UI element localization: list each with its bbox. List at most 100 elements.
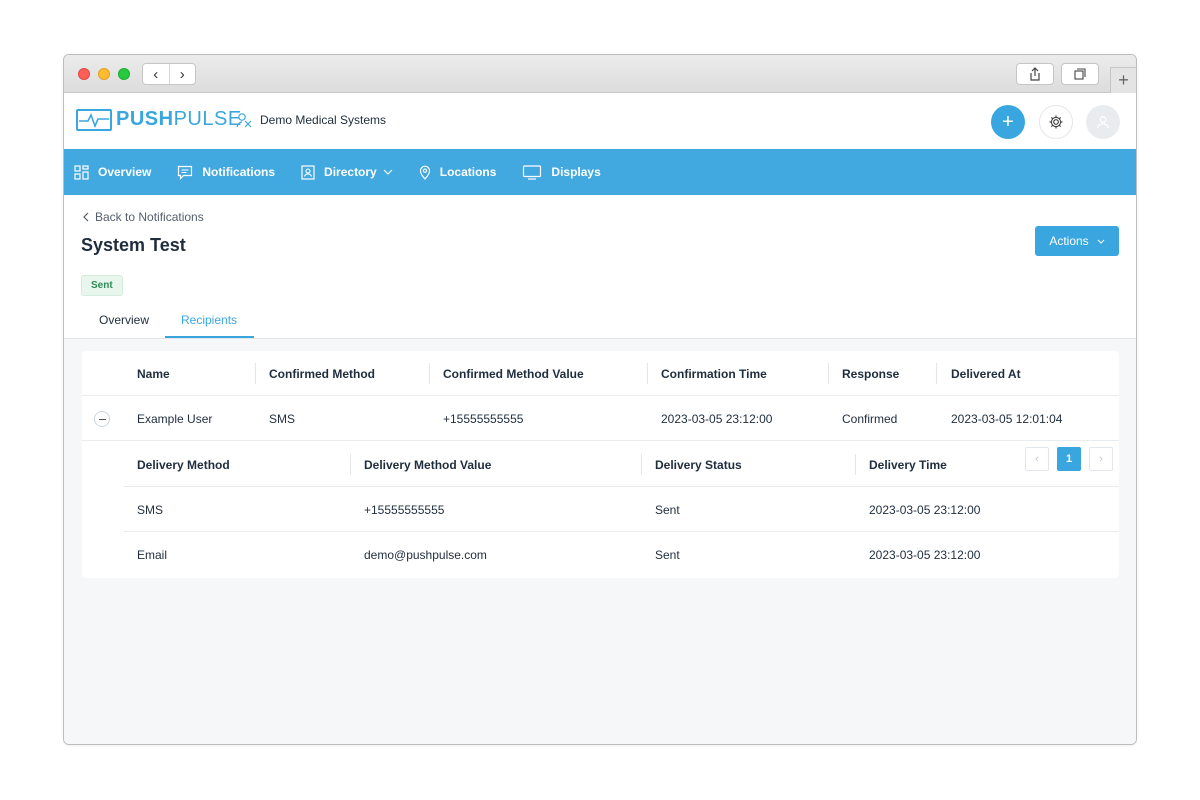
- actions-label: Actions: [1049, 234, 1089, 248]
- main-navigation: Overview Notifications Directory Locatio…: [64, 149, 1136, 195]
- pagination-next-button[interactable]: ›: [1089, 447, 1113, 471]
- delivery-method-value: demo@pushpulse.com: [364, 548, 487, 562]
- share-button[interactable]: [1016, 63, 1054, 85]
- nav-directory-label: Directory: [324, 165, 377, 179]
- browser-back-button[interactable]: ‹: [143, 64, 169, 84]
- recipient-confirmed-method: SMS: [269, 412, 296, 426]
- tabs-icon: [1074, 68, 1086, 80]
- column-header-delivered-at[interactable]: Delivered At: [951, 367, 1021, 381]
- delivery-row: SMS +15555555555 Sent 2023-03-05 23:12:0…: [124, 487, 1119, 532]
- nav-locations[interactable]: Locations: [419, 165, 497, 180]
- minimize-window-button[interactable]: [98, 68, 110, 80]
- page-title: System Test: [81, 235, 186, 255]
- delivery-row: Email demo@pushpulse.com Sent 2023-03-05…: [124, 532, 1119, 577]
- recipient-delivered-at: 2023-03-05 12:01:04: [951, 412, 1063, 426]
- column-divider: [429, 363, 430, 384]
- browser-window: ‹ › + PUSHPULSE Demo Medical Systems + O…: [63, 54, 1137, 745]
- grid-icon: [74, 164, 89, 180]
- nav-displays[interactable]: Displays: [522, 164, 601, 180]
- tabs-overview-button[interactable]: [1061, 63, 1099, 85]
- share-icon: [1030, 67, 1040, 81]
- map-pin-icon: [419, 165, 431, 180]
- delivery-header-row: Delivery Method Delivery Method Value De…: [124, 442, 1119, 487]
- plus-icon: +: [1002, 110, 1014, 133]
- column-divider: [936, 363, 937, 384]
- recipients-table: Name Confirmed Method Confirmed Method V…: [82, 351, 1119, 578]
- column-header-delivery-method[interactable]: Delivery Method: [137, 458, 230, 472]
- delivery-time: 2023-03-05 23:12:00: [869, 548, 981, 562]
- column-divider: [350, 454, 351, 475]
- page-content: Back to Notifications System Test Action…: [64, 195, 1136, 744]
- delivery-method: SMS: [137, 503, 164, 517]
- column-header-delivery-method-value[interactable]: Delivery Method Value: [364, 458, 491, 472]
- column-header-delivery-time[interactable]: Delivery Time: [869, 458, 947, 472]
- delivery-status: Sent: [655, 548, 680, 562]
- organization-selector[interactable]: Demo Medical Systems: [236, 112, 386, 128]
- logo-text: PUSHPULSE: [116, 108, 242, 131]
- message-icon: [177, 165, 193, 180]
- tab-recipients[interactable]: Recipients: [181, 313, 237, 327]
- pagination-prev-button[interactable]: ‹: [1025, 447, 1049, 471]
- column-header-confirmed-method-value[interactable]: Confirmed Method Value: [443, 367, 584, 381]
- nav-directory[interactable]: Directory: [301, 164, 393, 180]
- actions-dropdown-button[interactable]: Actions: [1035, 226, 1119, 256]
- column-divider: [855, 454, 856, 475]
- delivery-method-value: +15555555555: [364, 503, 445, 517]
- column-header-confirmation-time[interactable]: Confirmation Time: [661, 367, 767, 381]
- contact-card-icon: [301, 164, 315, 180]
- chevron-left-icon: [82, 212, 89, 222]
- nav-notifications-label: Notifications: [202, 165, 276, 179]
- settings-button[interactable]: [1039, 105, 1073, 139]
- browser-titlebar: ‹ › +: [64, 55, 1136, 93]
- monitor-icon: [522, 164, 542, 180]
- delivery-status: Sent: [655, 503, 680, 517]
- organization-name: Demo Medical Systems: [260, 113, 387, 127]
- column-divider: [828, 363, 829, 384]
- user-avatar[interactable]: [1086, 105, 1120, 139]
- status-badge: Sent: [81, 275, 123, 296]
- maximize-window-button[interactable]: [118, 68, 130, 80]
- column-divider: [647, 363, 648, 384]
- create-button[interactable]: +: [991, 105, 1025, 139]
- nav-overview-label: Overview: [98, 165, 152, 179]
- gear-icon: [1049, 115, 1063, 129]
- organization-icon: [236, 112, 252, 128]
- app-header: PUSHPULSE Demo Medical Systems +: [64, 93, 1136, 149]
- recipient-name: Example User: [137, 412, 213, 426]
- delivery-method: Email: [137, 548, 168, 562]
- column-header-name[interactable]: Name: [137, 367, 170, 381]
- user-icon: [1096, 116, 1110, 129]
- active-tab-indicator: [165, 336, 254, 338]
- logo-light: PULSE: [173, 108, 242, 130]
- new-tab-button[interactable]: +: [1110, 67, 1136, 93]
- chevron-down-icon: [383, 169, 393, 175]
- table-row: Example User SMS +15555555555 2023-03-05…: [82, 396, 1119, 441]
- nav-notifications[interactable]: Notifications: [177, 165, 275, 180]
- minus-icon: [98, 418, 106, 420]
- logo-bold: PUSH: [116, 108, 174, 130]
- browser-forward-button[interactable]: ›: [168, 64, 196, 84]
- browser-nav-buttons: ‹ ›: [142, 63, 196, 85]
- column-header-delivery-status[interactable]: Delivery Status: [655, 458, 742, 472]
- pushpulse-logo[interactable]: PUSHPULSE: [76, 108, 242, 131]
- delivery-time: 2023-03-05 23:12:00: [869, 503, 981, 517]
- back-link-label: Back to Notifications: [95, 210, 204, 224]
- detail-tabs: Overview Recipients: [64, 307, 1136, 339]
- table-header-row: Name Confirmed Method Confirmed Method V…: [82, 351, 1119, 396]
- nav-overview[interactable]: Overview: [74, 164, 152, 180]
- chevron-down-icon: [1097, 239, 1105, 244]
- column-header-confirmed-method[interactable]: Confirmed Method: [269, 367, 375, 381]
- nav-locations-label: Locations: [439, 165, 497, 179]
- collapse-row-button[interactable]: [94, 411, 110, 427]
- pagination-page-1[interactable]: 1: [1057, 447, 1081, 471]
- close-window-button[interactable]: [78, 68, 90, 80]
- recipient-response: Confirmed: [842, 412, 898, 426]
- recipient-confirmation-time: 2023-03-05 23:12:00: [661, 412, 773, 426]
- recipient-confirmed-method-value: +15555555555: [443, 412, 524, 426]
- nav-displays-label: Displays: [551, 165, 601, 179]
- back-to-notifications-link[interactable]: Back to Notifications: [82, 210, 204, 224]
- column-divider: [255, 363, 256, 384]
- column-header-response[interactable]: Response: [842, 367, 899, 381]
- column-divider: [641, 454, 642, 475]
- tab-overview[interactable]: Overview: [99, 313, 149, 327]
